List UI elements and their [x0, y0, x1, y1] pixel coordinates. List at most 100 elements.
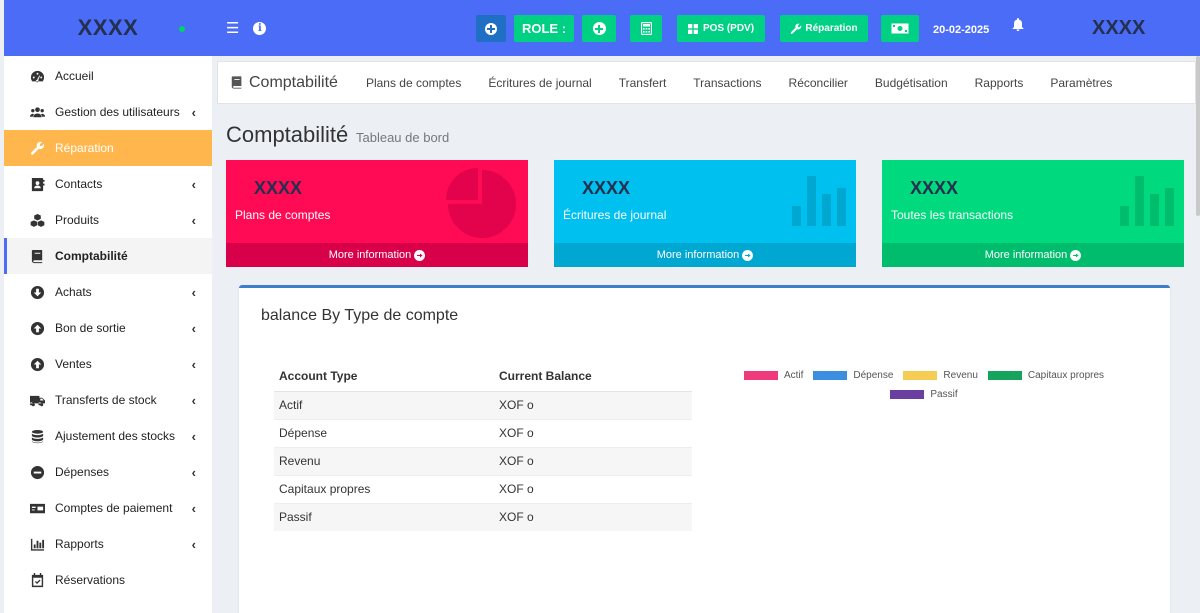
card-value: XXXX	[254, 178, 303, 198]
more-info-label: More information	[328, 249, 412, 261]
add-circle-blue-button[interactable]	[476, 15, 506, 42]
calculator-icon	[640, 22, 652, 35]
bell-icon[interactable]	[1012, 18, 1024, 36]
sidebar-item-depenses[interactable]: Dépenses ‹	[4, 454, 212, 490]
sidebar-item-produits[interactable]: Produits ‹	[4, 202, 212, 238]
chevron-left-icon: ‹	[191, 428, 196, 444]
page-title: Comptabilité	[226, 122, 349, 147]
tab-budgetisation[interactable]: Budgétisation	[875, 76, 948, 90]
bar-chart-icon	[28, 536, 46, 552]
balance-cell: XOF o	[494, 474, 692, 503]
contact-book-icon	[28, 176, 46, 192]
sidebar-item-ajustement[interactable]: Ajustement des stocks ‹	[4, 418, 212, 454]
pos-button[interactable]: POS (PDV)	[677, 15, 765, 42]
sidebar-item-label: Produits	[55, 213, 100, 227]
card-value: XXXX	[910, 178, 959, 198]
sidebar-menu: Accueil Gestion des utilisateurs ‹ Répar…	[4, 58, 212, 598]
chevron-left-icon: ‹	[191, 212, 196, 228]
info-icon[interactable]: i	[253, 21, 267, 35]
chevron-left-icon: ‹	[191, 536, 196, 552]
account-type-cell: Actif	[274, 390, 494, 419]
sidebar-item-users[interactable]: Gestion des utilisateurs ‹	[4, 94, 212, 130]
legend-item-depense[interactable]: Dépense	[813, 370, 893, 381]
chevron-left-icon: ‹	[191, 500, 196, 516]
sidebar-item-label: Accueil	[55, 69, 94, 83]
legend-label: Capitaux propres	[1027, 370, 1105, 381]
legend-label: Dépense	[853, 370, 894, 381]
arrow-right-circle-icon	[742, 249, 754, 261]
sidebar-item-transferts[interactable]: Transferts de stock ‹	[4, 382, 212, 418]
repair-button[interactable]: Réparation	[780, 15, 868, 42]
card-label: Toutes les transactions	[891, 208, 1014, 222]
more-info-label: More information	[656, 249, 740, 261]
arrow-right-circle-icon	[414, 249, 426, 261]
tab-transfert[interactable]: Transfert	[619, 76, 667, 90]
sidebar-item-contacts[interactable]: Contacts ‹	[4, 166, 212, 202]
legend-item-passif[interactable]: Passif	[890, 389, 958, 400]
sidebar-item-label: Ajustement des stocks	[55, 429, 176, 443]
balance-cell: XOF o	[494, 390, 692, 419]
tab-ecritures-de-journal[interactable]: Écritures de journal	[488, 76, 591, 90]
legend-label: Passif	[930, 389, 958, 400]
legend-swatch	[813, 371, 848, 380]
card-ecritures-de-journal: XXXX Écritures de journal More informati…	[554, 160, 856, 267]
table-row: Capitaux propres XOF o	[274, 474, 692, 503]
more-info-link[interactable]: More information	[882, 243, 1184, 267]
legend-swatch	[890, 390, 925, 399]
sidebar-item-reparation[interactable]: Réparation	[4, 130, 212, 166]
role-button[interactable]: ROLE :	[514, 15, 574, 42]
tab-parametres[interactable]: Paramètres	[1050, 76, 1112, 90]
brand[interactable]: XXXX	[4, 0, 212, 56]
tabs-title[interactable]: Comptabilité	[230, 74, 338, 92]
sidebar-item-rapports[interactable]: Rapports ‹	[4, 526, 212, 562]
card-label: Écritures de journal	[563, 208, 667, 222]
more-info-link[interactable]: More information	[554, 243, 856, 267]
balance-by-account-type-panel: balance By Type de compte Account Type C…	[239, 285, 1170, 613]
sidebar-item-label: Réservations	[55, 573, 126, 587]
bar-chart-icon	[1120, 176, 1174, 226]
book-icon	[28, 248, 46, 264]
account-type-cell: Passif	[274, 502, 494, 531]
sidebar-item-bon-de-sortie[interactable]: Bon de sortie ‹	[4, 310, 212, 346]
sidebar-item-label: Ventes	[55, 357, 92, 371]
table-row: Actif XOF o	[274, 390, 692, 419]
more-info-label: More information	[984, 249, 1068, 261]
plus-circle-icon	[485, 22, 497, 35]
brand-name: XXXX	[77, 15, 139, 40]
cash-button[interactable]	[881, 15, 919, 42]
tabs-title-label: Comptabilité	[249, 73, 338, 91]
sidebar-item-accueil[interactable]: Accueil	[4, 58, 212, 94]
sidebar-item-comptes-paiement[interactable]: Comptes de paiement ‹	[4, 490, 212, 526]
sidebar-item-label: Comptes de paiement	[55, 501, 173, 515]
chevron-left-icon: ‹	[191, 176, 196, 192]
legend-row: Passif	[729, 389, 1119, 400]
sidebar-item-achats[interactable]: Achats ‹	[4, 274, 212, 310]
sidebar-item-comptabilite[interactable]: Comptabilité	[4, 238, 212, 274]
chevron-left-icon: ‹	[191, 284, 196, 300]
legend-item-capitaux-propres[interactable]: Capitaux propres	[987, 370, 1105, 381]
tab-transactions[interactable]: Transactions	[693, 76, 761, 90]
sidebar-item-label: Comptabilité	[55, 249, 128, 263]
calculator-button[interactable]	[630, 15, 662, 42]
tab-rapports[interactable]: Rapports	[975, 76, 1024, 90]
legend-swatch	[743, 371, 778, 380]
page-scrollbar[interactable]	[1196, 56, 1200, 216]
book-icon	[231, 76, 242, 89]
sidebar-item-ventes[interactable]: Ventes ‹	[4, 346, 212, 382]
tab-plans-de-comptes[interactable]: Plans de comptes	[366, 76, 461, 90]
more-info-link[interactable]: More information	[226, 243, 528, 267]
menu-toggle-icon[interactable]: ☰	[226, 19, 239, 37]
topbar: ☰ i ROLE : POS (PDV) Réparation 20-02-20…	[212, 0, 1200, 56]
sidebar-item-label: Réparation	[55, 141, 114, 155]
sidebar-item-reservations[interactable]: Réservations	[4, 562, 212, 598]
sidebar-item-label: Rapports	[55, 537, 104, 551]
sidebar: XXXX Accueil Gestion des utilisateurs ‹ …	[4, 0, 212, 613]
legend-item-revenu[interactable]: Revenu	[903, 370, 978, 381]
chevron-left-icon: ‹	[191, 392, 196, 408]
tab-reconcilier[interactable]: Réconcilier	[789, 76, 848, 90]
user-menu[interactable]: XXXX	[1092, 17, 1145, 40]
wrench-icon	[791, 23, 802, 34]
money-check-icon	[28, 500, 46, 516]
add-button[interactable]	[582, 15, 616, 42]
legend-item-actif[interactable]: Actif	[743, 370, 803, 381]
